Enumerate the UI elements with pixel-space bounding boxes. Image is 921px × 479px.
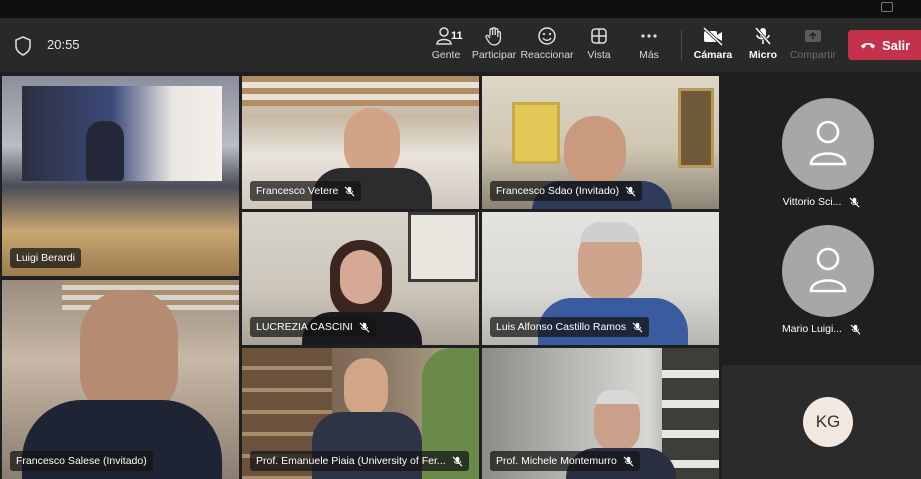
mic-off-icon <box>850 324 861 334</box>
meeting-timer: 20:55 <box>47 37 80 52</box>
video-tile[interactable]: Francesco Vetere <box>242 76 479 209</box>
more-button[interactable]: Más <box>621 24 677 68</box>
camera-button[interactable]: Cámara <box>685 24 741 68</box>
participant-name-tag: Mario Luigi... <box>722 323 921 335</box>
mic-off-icon <box>625 186 636 196</box>
participant-tile[interactable]: Mario Luigi... <box>722 223 921 351</box>
participant-name: Mario Luigi... <box>781 323 843 335</box>
participant-name-tag: LUCREZIA CASCINI <box>250 317 376 337</box>
toolbar-divider <box>681 30 682 60</box>
camera-label: Cámara <box>693 49 733 61</box>
leave-button[interactable]: Salir <box>848 30 921 60</box>
participant-name-tag: Francesco Salese (Invitado) <box>10 451 153 471</box>
participant-name: Prof. Michele Montemurro <box>496 455 617 467</box>
view-label: Vista <box>587 49 611 61</box>
participant-name-tag: Francesco Sdao (Invitado) <box>490 181 643 201</box>
participant-name-tag: Vittorio Sci... <box>722 196 921 208</box>
mic-off-icon <box>623 456 634 466</box>
participant-name: Prof. Emanuele Piaia (University of Fer.… <box>256 455 446 467</box>
video-tile[interactable]: Prof. Emanuele Piaia (University of Fer.… <box>242 348 479 479</box>
participant-name: Luigi Berardi <box>16 252 75 264</box>
participant-name-tag: Prof. Emanuele Piaia (University of Fer.… <box>250 451 469 471</box>
react-button[interactable]: Reaccionar <box>519 24 575 68</box>
video-tile[interactable]: Prof. Michele Montemurro <box>482 348 719 479</box>
react-label: Reaccionar <box>520 49 574 61</box>
leave-label: Salir <box>882 37 911 53</box>
initials-avatar: KG <box>803 397 853 447</box>
share-button[interactable]: Compartir <box>785 24 841 68</box>
share-screen-icon <box>805 30 821 42</box>
participant-tile[interactable]: Vittorio Sci... <box>722 96 921 224</box>
raise-hand-button[interactable]: Participar <box>466 24 522 68</box>
raise-hand-icon <box>485 27 502 46</box>
video-tile[interactable]: Francesco Salese (Invitado) <box>2 280 239 479</box>
view-button[interactable]: Vista <box>571 24 627 68</box>
people-count: 11 <box>451 30 463 42</box>
participant-name-tag: Prof. Michele Montemurro <box>490 451 640 471</box>
avatar <box>782 98 874 190</box>
mic-label: Micro <box>748 49 777 61</box>
participant-name: Francesco Sdao (Invitado) <box>496 185 620 197</box>
video-tile[interactable]: Francesco Sdao (Invitado) <box>482 76 719 209</box>
phone-hangup-icon <box>861 43 875 49</box>
restore-window-icon[interactable] <box>881 2 893 12</box>
more-label: Más <box>639 49 659 61</box>
mic-off-icon <box>754 27 772 45</box>
share-label: Compartir <box>789 49 837 61</box>
window-titlebar <box>0 0 921 18</box>
participant-tile[interactable]: KG <box>722 365 921 479</box>
grid-view-icon <box>591 28 607 44</box>
participants-sidebar: Vittorio Sci... Mario Luigi... KG <box>722 72 921 479</box>
participant-name: Vittorio Sci... <box>782 196 842 208</box>
participant-name-tag: Luigi Berardi <box>10 248 81 268</box>
mic-off-icon <box>849 197 860 207</box>
participant-name: Francesco Salese (Invitado) <box>16 455 147 467</box>
participant-name-tag: Luis Alfonso Castillo Ramos <box>490 317 650 337</box>
avatar <box>782 225 874 317</box>
shield-icon <box>15 36 31 56</box>
more-icon <box>641 34 657 38</box>
mic-button[interactable]: Micro <box>735 24 791 68</box>
video-tile[interactable]: Luis Alfonso Castillo Ramos <box>482 212 719 345</box>
video-feed <box>2 280 239 479</box>
mic-off-icon <box>344 186 355 196</box>
video-tile[interactable]: Luigi Berardi <box>2 76 239 276</box>
camera-off-icon <box>702 26 724 46</box>
video-tile[interactable]: LUCREZIA CASCINI <box>242 212 479 345</box>
participant-name: Luis Alfonso Castillo Ramos <box>496 321 627 333</box>
meeting-toolbar: 20:55 11 Gente Participar Reaccionar Vis… <box>0 18 921 72</box>
mic-off-icon <box>632 322 643 332</box>
smiley-icon <box>538 27 556 45</box>
participant-name: LUCREZIA CASCINI <box>256 321 353 333</box>
video-feed <box>2 76 239 276</box>
raise-hand-label: Participar <box>471 49 517 61</box>
mic-off-icon <box>452 456 463 466</box>
participant-name-tag: Francesco Vetere <box>250 181 362 201</box>
mic-off-icon <box>359 322 370 332</box>
person-icon <box>809 120 847 166</box>
person-icon <box>809 247 847 293</box>
participant-name: Francesco Vetere <box>256 185 339 197</box>
